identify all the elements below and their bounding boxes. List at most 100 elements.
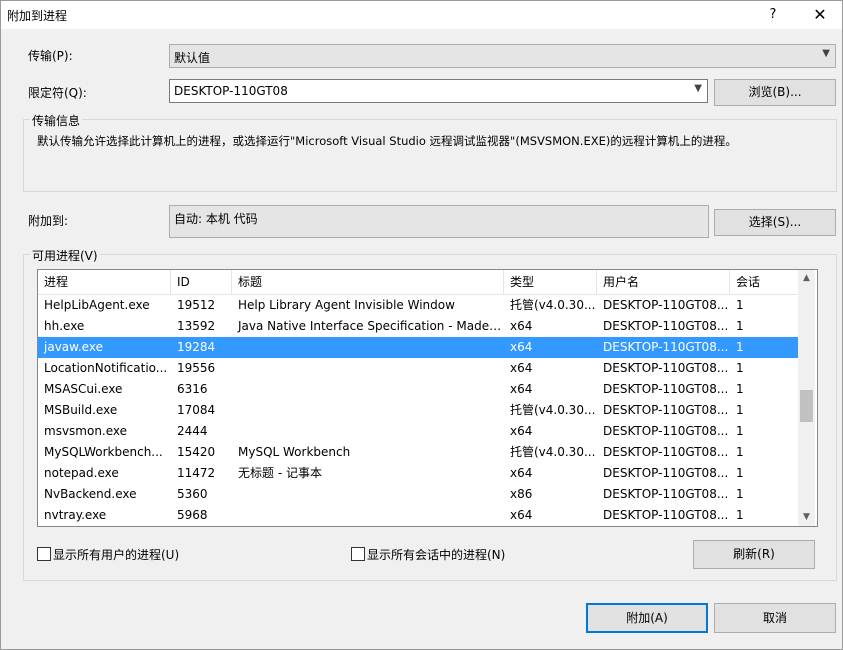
scroll-down-icon[interactable]: ▼ [798,509,815,526]
cell-title [232,421,504,442]
cell-type: 托管(v4.0.30... [510,403,596,417]
cell-process: nvtray.exe [44,508,107,522]
cell-process: MSASCui.exe [44,382,123,396]
cell-id: 5968 [177,508,208,522]
process-row[interactable]: MSASCui.exe 6316 x64 DESKTOP-110GT08... 1 [38,379,798,400]
cell-process: msvsmon.exe [44,424,128,438]
cell-session: 1 [736,508,744,522]
cell-username: DESKTOP-110GT08... [603,319,729,333]
refresh-button[interactable]: 刷新(R) [693,540,815,569]
scroll-up-icon[interactable]: ▲ [798,270,815,287]
show-all-sessions-checkbox[interactable] [351,547,365,561]
cell-username: DESKTOP-110GT08... [603,403,729,417]
process-row[interactable]: msvsmon.exe 2444 x64 DESKTOP-110GT08... 1 [38,421,798,442]
show-all-users-checkbox[interactable] [37,547,51,561]
column-header-type[interactable]: 类型 [504,270,597,294]
process-row[interactable]: NvBackend.exe 5360 x86 DESKTOP-110GT08... 1 [38,484,798,505]
process-row[interactable]: LocationNotificatio... 19556 x64 DESKTOP-11… [38,358,798,379]
cell-title [232,379,504,400]
cell-session: 1 [736,466,744,480]
cell-type: x86 [510,487,533,501]
cell-title [232,400,504,421]
cell-process: MySQLWorkbench... [44,445,163,459]
attach-button[interactable]: 附加(A) [586,603,708,633]
cell-id: 6316 [177,382,208,396]
available-processes-title: 可用进程(V) [30,247,100,264]
attach-to-field: 自动: 本机 代码 [169,205,709,238]
cell-username: DESKTOP-110GT08... [603,508,729,522]
cell-id: 2444 [177,424,208,438]
column-header-session[interactable]: 会话 [730,270,798,294]
cell-session: 1 [736,445,744,459]
cell-type: x64 [510,466,533,480]
cell-process: NvBackend.exe [44,487,137,501]
cell-id: 15420 [177,445,216,459]
chevron-down-icon[interactable]: ▼ [694,83,702,94]
show-all-users-label[interactable]: 显示所有用户的进程(U) [53,546,179,563]
process-row[interactable]: javaw.exe 19284 x64 DESKTOP-110GT08... 1 [38,337,798,358]
cell-type: x64 [510,319,533,333]
cell-username: DESKTOP-110GT08... [603,361,729,375]
process-row[interactable]: hh.exe 13592 Java Native Interface Specifi… [38,316,798,337]
process-row[interactable]: MSBuild.exe 17084 托管(v4.0.30... DESKTOP-110… [38,400,798,421]
process-row[interactable]: HelpLibAgent.exe 19512 Help Library Agent … [38,295,798,316]
cell-process: MSBuild.exe [44,403,118,417]
cell-id: 19556 [177,361,216,375]
scroll-thumb[interactable] [800,390,813,422]
process-row[interactable]: notepad.exe 11472 无标题 - 记事本 x64 DESKTOP-110G… [38,463,798,484]
cell-session: 1 [736,487,744,501]
transport-info-text: 默认传输允许选择此计算机上的进程，或选择运行"Microsoft Visual … [37,134,737,148]
cell-type: 托管(v4.0.30... [510,298,596,312]
cell-username: DESKTOP-110GT08... [603,382,729,396]
cell-username: DESKTOP-110GT08... [603,424,729,438]
cell-username: DESKTOP-110GT08... [603,466,729,480]
cell-id: 19284 [177,340,216,354]
cell-type: x64 [510,508,533,522]
cell-username: DESKTOP-110GT08... [603,445,729,459]
column-header-id[interactable]: ID [171,270,232,294]
attach-to-process-dialog: 附加到进程 ? ✕ 传输(P): 默认值 ▼ 限定符(Q): DESKTOP-1… [0,0,843,650]
dialog-title: 附加到进程 [7,9,68,23]
cell-session: 1 [736,340,744,354]
transport-label: 传输(P): [28,49,73,63]
cell-id: 17084 [177,403,216,417]
cell-title [232,505,504,526]
cell-id: 19512 [177,298,216,312]
show-all-sessions-label[interactable]: 显示所有会话中的进程(N) [367,546,505,563]
transport-info-group [23,119,837,192]
column-header-title[interactable]: 标题 [232,270,504,294]
cell-session: 1 [736,424,744,438]
qualifier-combobox[interactable]: DESKTOP-110GT08 ▼ [169,79,708,103]
cell-title [232,484,504,505]
cell-process: javaw.exe [44,340,103,354]
process-row[interactable]: MySQLWorkbench... 15420 MySQL Workbench 托管(… [38,442,798,463]
transport-value: 默认值 [174,51,211,65]
cell-session: 1 [736,298,744,312]
column-header-username[interactable]: 用户名 [597,270,730,294]
cell-id: 5360 [177,487,208,501]
transport-dropdown[interactable]: 默认值 ▼ [169,44,836,68]
attach-to-value: 自动: 本机 代码 [174,212,258,226]
column-header-process[interactable]: 进程 [38,270,171,294]
vertical-scrollbar[interactable]: ▲ ▼ [798,270,815,526]
process-list[interactable]: 进程 ID 标题 类型 用户名 会话 HelpLibAgent.exe 19512… [37,269,818,527]
cell-type: x64 [510,361,533,375]
cell-type: 托管(v4.0.30... [510,445,596,459]
attach-to-label: 附加到: [28,214,69,228]
cell-username: DESKTOP-110GT08... [603,340,729,354]
cell-session: 1 [736,382,744,396]
close-icon[interactable]: ✕ [800,1,840,29]
select-button[interactable]: 选择(S)... [714,209,836,236]
qualifier-label: 限定符(Q): [28,86,87,100]
process-row[interactable]: nvtray.exe 5968 x64 DESKTOP-110GT08... 1 [38,505,798,526]
cell-title [232,337,504,358]
help-icon[interactable]: ? [758,1,788,29]
cell-title: 无标题 - 记事本 [238,466,322,480]
process-list-header: 进程 ID 标题 类型 用户名 会话 [38,270,798,295]
browse-button[interactable]: 浏览(B)... [714,79,836,106]
qualifier-value: DESKTOP-110GT08 [174,84,288,98]
cancel-button[interactable]: 取消 [714,603,836,633]
cell-session: 1 [736,319,744,333]
cell-process: notepad.exe [44,466,119,480]
cell-session: 1 [736,361,744,375]
